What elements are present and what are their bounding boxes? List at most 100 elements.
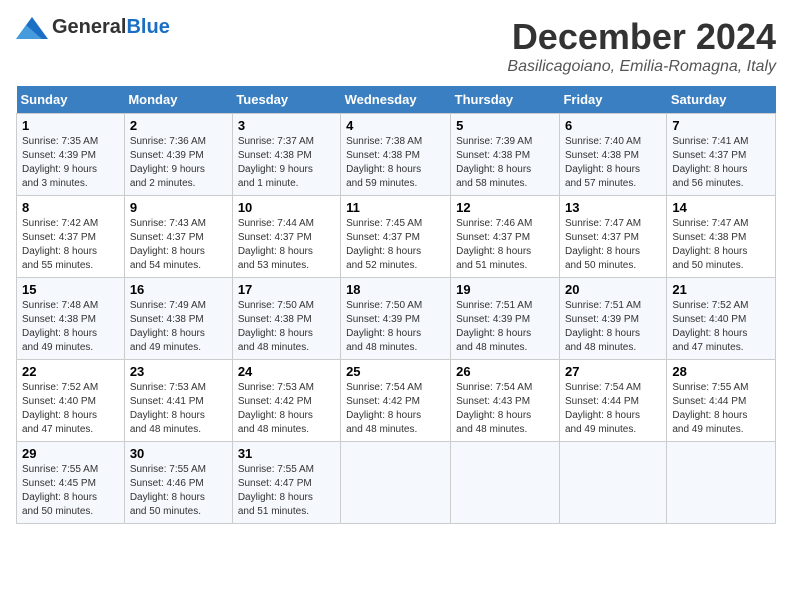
day-number: 17 xyxy=(238,282,335,297)
calendar-day-cell: 29 Sunrise: 7:55 AMSunset: 4:45 PMDayligh… xyxy=(17,442,125,524)
calendar-day-cell: 22Sunrise: 7:52 AMSunset: 4:40 PMDayligh… xyxy=(17,360,125,442)
day-number: 13 xyxy=(565,200,661,215)
calendar-day-cell: 5 Sunrise: 7:39 AMSunset: 4:38 PMDaylight… xyxy=(451,114,560,196)
day-detail: Sunrise: 7:45 AMSunset: 4:37 PMDaylight:… xyxy=(346,217,445,273)
day-detail: Sunrise: 7:48 AMSunset: 4:38 PMDaylight:… xyxy=(22,299,119,355)
calendar-day-cell: 9 Sunrise: 7:43 AMSunset: 4:37 PMDaylight… xyxy=(124,196,232,278)
calendar-day-cell: 14Sunrise: 7:47 AMSunset: 4:38 PMDayligh… xyxy=(667,196,776,278)
day-number: 14 xyxy=(672,200,770,215)
weekday-header-cell: Sunday xyxy=(17,86,125,114)
title-section: December 2024 Basilicagoiano, Emilia-Rom… xyxy=(507,16,776,76)
calendar-day-cell: 15 Sunrise: 7:48 AMSunset: 4:38 PMDayligh… xyxy=(17,278,125,360)
location-title: Basilicagoiano, Emilia-Romagna, Italy xyxy=(507,58,776,76)
weekday-header-cell: Friday xyxy=(559,86,666,114)
calendar-day-cell xyxy=(341,442,451,524)
calendar-day-cell: 28Sunrise: 7:55 AMSunset: 4:44 PMDayligh… xyxy=(667,360,776,442)
day-number: 8 xyxy=(22,200,119,215)
calendar-day-cell: 12 Sunrise: 7:46 AMSunset: 4:37 PMDayligh… xyxy=(451,196,560,278)
weekday-header-cell: Thursday xyxy=(451,86,560,114)
calendar-day-cell: 8 Sunrise: 7:42 AMSunset: 4:37 PMDaylight… xyxy=(17,196,125,278)
day-detail: Sunrise: 7:54 AMSunset: 4:44 PMDaylight:… xyxy=(565,381,661,437)
day-number: 29 xyxy=(22,446,119,461)
day-detail: Sunrise: 7:35 AMSunset: 4:39 PMDaylight:… xyxy=(22,135,119,191)
day-detail: Sunrise: 7:44 AMSunset: 4:37 PMDaylight:… xyxy=(238,217,335,273)
day-detail: Sunrise: 7:42 AMSunset: 4:37 PMDaylight:… xyxy=(22,217,119,273)
day-number: 21 xyxy=(672,282,770,297)
calendar-day-cell: 26Sunrise: 7:54 AMSunset: 4:43 PMDayligh… xyxy=(451,360,560,442)
calendar-day-cell xyxy=(667,442,776,524)
day-detail: Sunrise: 7:41 AMSunset: 4:37 PMDaylight:… xyxy=(672,135,770,191)
calendar-day-cell: 18Sunrise: 7:50 AMSunset: 4:39 PMDayligh… xyxy=(341,278,451,360)
day-detail: Sunrise: 7:55 AMSunset: 4:44 PMDaylight:… xyxy=(672,381,770,437)
day-number: 27 xyxy=(565,364,661,379)
day-detail: Sunrise: 7:49 AMSunset: 4:38 PMDaylight:… xyxy=(130,299,227,355)
weekday-header-cell: Monday xyxy=(124,86,232,114)
day-detail: Sunrise: 7:55 AMSunset: 4:45 PMDaylight:… xyxy=(22,463,119,519)
day-number: 24 xyxy=(238,364,335,379)
day-number: 1 xyxy=(22,118,119,133)
calendar-day-cell: 11 Sunrise: 7:45 AMSunset: 4:37 PMDayligh… xyxy=(341,196,451,278)
page-header: GeneralBlue December 2024 Basilicagoiano… xyxy=(16,16,776,76)
calendar-day-cell: 24 Sunrise: 7:53 AMSunset: 4:42 PMDayligh… xyxy=(232,360,340,442)
day-number: 19 xyxy=(456,282,554,297)
day-number: 6 xyxy=(565,118,661,133)
calendar-day-cell: 2 Sunrise: 7:36 AMSunset: 4:39 PMDaylight… xyxy=(124,114,232,196)
logo: GeneralBlue xyxy=(16,16,170,39)
day-detail: Sunrise: 7:37 AMSunset: 4:38 PMDaylight:… xyxy=(238,135,335,191)
day-detail: Sunrise: 7:55 AMSunset: 4:47 PMDaylight:… xyxy=(238,463,335,519)
calendar-day-cell: 25Sunrise: 7:54 AMSunset: 4:42 PMDayligh… xyxy=(341,360,451,442)
day-number: 3 xyxy=(238,118,335,133)
month-title: December 2024 xyxy=(507,16,776,58)
day-number: 9 xyxy=(130,200,227,215)
day-detail: Sunrise: 7:50 AMSunset: 4:38 PMDaylight:… xyxy=(238,299,335,355)
calendar-day-cell: 17 Sunrise: 7:50 AMSunset: 4:38 PMDayligh… xyxy=(232,278,340,360)
day-detail: Sunrise: 7:43 AMSunset: 4:37 PMDaylight:… xyxy=(130,217,227,273)
day-detail: Sunrise: 7:46 AMSunset: 4:37 PMDaylight:… xyxy=(456,217,554,273)
day-detail: Sunrise: 7:51 AMSunset: 4:39 PMDaylight:… xyxy=(456,299,554,355)
calendar-day-cell: 21 Sunrise: 7:52 AMSunset: 4:40 PMDayligh… xyxy=(667,278,776,360)
calendar-week-row: 8 Sunrise: 7:42 AMSunset: 4:37 PMDaylight… xyxy=(17,196,776,278)
calendar-week-row: 22Sunrise: 7:52 AMSunset: 4:40 PMDayligh… xyxy=(17,360,776,442)
weekday-header-cell: Saturday xyxy=(667,86,776,114)
day-detail: Sunrise: 7:53 AMSunset: 4:41 PMDaylight:… xyxy=(130,381,227,437)
day-detail: Sunrise: 7:39 AMSunset: 4:38 PMDaylight:… xyxy=(456,135,554,191)
day-detail: Sunrise: 7:52 AMSunset: 4:40 PMDaylight:… xyxy=(672,299,770,355)
calendar-day-cell: 3 Sunrise: 7:37 AMSunset: 4:38 PMDaylight… xyxy=(232,114,340,196)
calendar-week-row: 1 Sunrise: 7:35 AMSunset: 4:39 PMDaylight… xyxy=(17,114,776,196)
calendar-week-row: 29 Sunrise: 7:55 AMSunset: 4:45 PMDayligh… xyxy=(17,442,776,524)
calendar-day-cell xyxy=(559,442,666,524)
day-number: 15 xyxy=(22,282,119,297)
calendar-day-cell: 6 Sunrise: 7:40 AMSunset: 4:38 PMDaylight… xyxy=(559,114,666,196)
weekday-header-cell: Tuesday xyxy=(232,86,340,114)
day-number: 16 xyxy=(130,282,227,297)
calendar-day-cell: 4Sunrise: 7:38 AMSunset: 4:38 PMDaylight… xyxy=(341,114,451,196)
day-detail: Sunrise: 7:36 AMSunset: 4:39 PMDaylight:… xyxy=(130,135,227,191)
day-number: 18 xyxy=(346,282,445,297)
day-number: 5 xyxy=(456,118,554,133)
day-number: 11 xyxy=(346,200,445,215)
day-detail: Sunrise: 7:51 AMSunset: 4:39 PMDaylight:… xyxy=(565,299,661,355)
day-number: 23 xyxy=(130,364,227,379)
calendar-day-cell: 20 Sunrise: 7:51 AMSunset: 4:39 PMDayligh… xyxy=(559,278,666,360)
logo-icon xyxy=(16,17,48,39)
calendar-day-cell: 30Sunrise: 7:55 AMSunset: 4:46 PMDayligh… xyxy=(124,442,232,524)
logo-blue-text: Blue xyxy=(126,16,169,38)
day-number: 30 xyxy=(130,446,227,461)
calendar-day-cell: 23 Sunrise: 7:53 AMSunset: 4:41 PMDayligh… xyxy=(124,360,232,442)
day-number: 12 xyxy=(456,200,554,215)
weekday-header-cell: Wednesday xyxy=(341,86,451,114)
day-detail: Sunrise: 7:52 AMSunset: 4:40 PMDaylight:… xyxy=(22,381,119,437)
calendar-body: 1 Sunrise: 7:35 AMSunset: 4:39 PMDaylight… xyxy=(17,114,776,524)
calendar-week-row: 15 Sunrise: 7:48 AMSunset: 4:38 PMDayligh… xyxy=(17,278,776,360)
day-number: 2 xyxy=(130,118,227,133)
calendar-day-cell: 19 Sunrise: 7:51 AMSunset: 4:39 PMDayligh… xyxy=(451,278,560,360)
calendar-day-cell: 31Sunrise: 7:55 AMSunset: 4:47 PMDayligh… xyxy=(232,442,340,524)
day-detail: Sunrise: 7:40 AMSunset: 4:38 PMDaylight:… xyxy=(565,135,661,191)
day-number: 20 xyxy=(565,282,661,297)
day-number: 7 xyxy=(672,118,770,133)
day-detail: Sunrise: 7:53 AMSunset: 4:42 PMDaylight:… xyxy=(238,381,335,437)
day-detail: Sunrise: 7:54 AMSunset: 4:43 PMDaylight:… xyxy=(456,381,554,437)
day-number: 25 xyxy=(346,364,445,379)
calendar-day-cell: 1 Sunrise: 7:35 AMSunset: 4:39 PMDaylight… xyxy=(17,114,125,196)
calendar-day-cell: 10Sunrise: 7:44 AMSunset: 4:37 PMDayligh… xyxy=(232,196,340,278)
